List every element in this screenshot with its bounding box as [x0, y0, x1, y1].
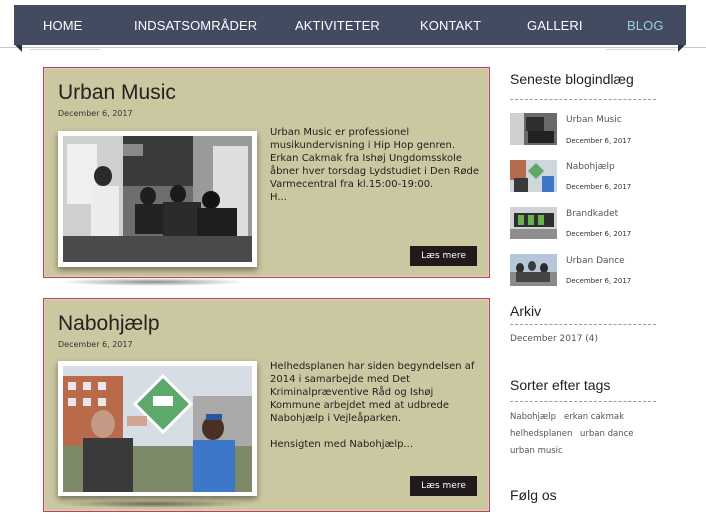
post-excerpt-tail: H... [270, 192, 287, 203]
recent-post-link[interactable]: Nabohjælp [566, 162, 615, 172]
follow-heading: Følg os [510, 487, 557, 503]
post-date: December 6, 2017 [58, 340, 133, 349]
tag-link[interactable]: erkan cakmak [564, 412, 624, 422]
tag-link[interactable]: helhedsplanen [510, 429, 572, 439]
tags-heading: Sorter efter tags [510, 377, 611, 393]
recent-post-date: December 6, 2017 [566, 183, 632, 191]
recent-post-date: December 6, 2017 [566, 137, 632, 145]
nav-shadow-right [606, 49, 676, 56]
nav-divider [0, 47, 706, 48]
recent-post-link[interactable]: Urban Music [566, 115, 622, 125]
nav-shadow-left [30, 49, 100, 56]
nav-item-home[interactable]: HOME [43, 18, 82, 33]
card-shadow [58, 278, 248, 286]
post-title[interactable]: Urban Music [58, 81, 176, 105]
tag-link[interactable]: urban dance [580, 429, 633, 439]
post-excerpt-text: Urban Music er professionel musikundervi… [270, 127, 479, 190]
nav-item-aktiviteter[interactable]: AKTIVITETER [295, 18, 380, 33]
nav-ribbon-fold-left [14, 44, 22, 52]
sidebar-divider [510, 324, 656, 325]
card-shadow [58, 500, 248, 508]
post-thumbnail[interactable] [58, 131, 257, 267]
post-excerpt-text: Helhedsplanen har siden begyndelsen af 2… [270, 361, 475, 424]
recent-post-date: December 6, 2017 [566, 230, 632, 238]
post-excerpt-tail: Hensigten med Nabohjælp... [270, 439, 414, 450]
tag-link[interactable]: urban music [510, 446, 563, 456]
post-thumbnail[interactable] [58, 361, 257, 496]
read-more-button[interactable]: Læs mere [410, 476, 477, 496]
recent-post-thumb[interactable] [510, 160, 557, 192]
post-excerpt: Helhedsplanen har siden begyndelsen af 2… [270, 360, 480, 451]
recent-post-thumb[interactable] [510, 207, 557, 239]
nav-bar: HOME INDSATSOMRÅDER AKTIVITETER KONTAKT … [14, 5, 686, 45]
recent-post-date: December 6, 2017 [566, 277, 632, 285]
blog-post-card: Urban Music December 6, 2017 Urban Music… [43, 67, 490, 278]
archive-heading: Arkiv [510, 303, 542, 319]
post-image-studio [63, 136, 252, 262]
recent-post-link[interactable]: Brandkadet [566, 209, 618, 219]
recent-post-thumb[interactable] [510, 113, 557, 145]
recent-post-link[interactable]: Urban Dance [566, 256, 625, 266]
post-date: December 6, 2017 [58, 109, 133, 118]
post-title[interactable]: Nabohjælp [58, 312, 160, 336]
read-more-button[interactable]: Læs mere [410, 246, 477, 266]
nav-ribbon-fold-right [678, 44, 686, 52]
archive-link-december-2017[interactable]: December 2017 (4) [510, 334, 598, 344]
recent-posts-heading: Seneste blogindlæg [510, 71, 634, 87]
post-image-neighbours [63, 366, 252, 492]
tag-link[interactable]: Nabohjælp [510, 412, 556, 422]
nav-item-kontakt[interactable]: KONTAKT [420, 18, 481, 33]
sidebar-divider [510, 401, 656, 402]
blog-post-card: Nabohjælp December 6, 2017 Helhedsplanen… [43, 298, 490, 512]
sidebar-divider [510, 99, 656, 100]
nav-item-galleri[interactable]: GALLERI [527, 18, 583, 33]
nav-item-indsatsomraader[interactable]: INDSATSOMRÅDER [134, 18, 257, 33]
post-excerpt: Urban Music er professionel musikundervi… [270, 126, 480, 204]
recent-post-thumb[interactable] [510, 254, 557, 286]
main-navigation: HOME INDSATSOMRÅDER AKTIVITETER KONTAKT … [0, 0, 706, 60]
nav-item-blog[interactable]: BLOG [627, 18, 664, 33]
